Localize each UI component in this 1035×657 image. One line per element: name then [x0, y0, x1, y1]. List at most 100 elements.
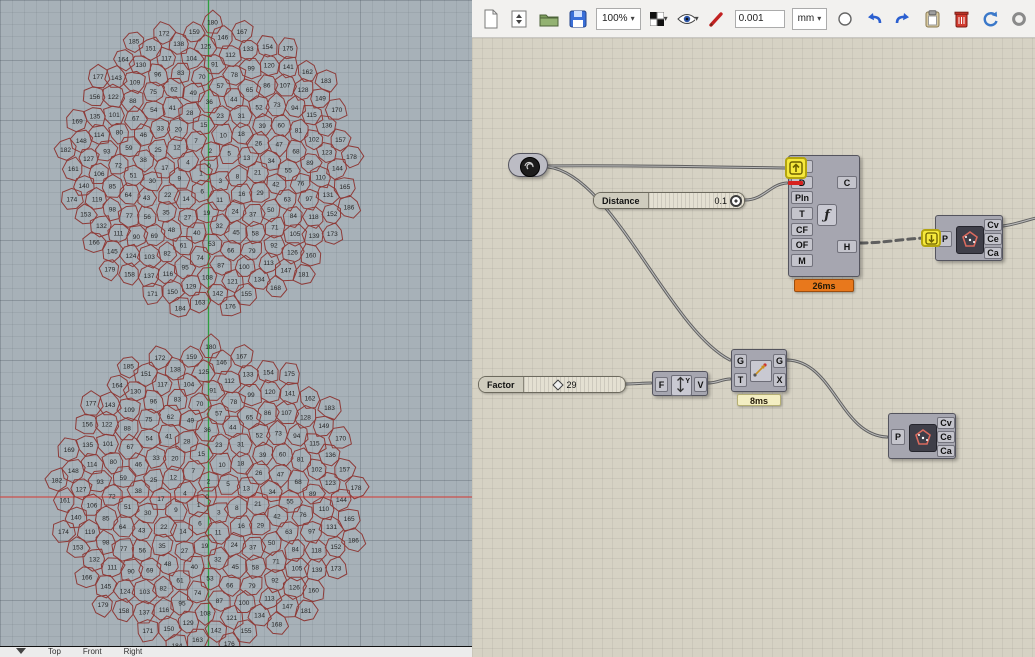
output-c[interactable]: C [837, 176, 857, 189]
svg-text:42: 42 [272, 182, 280, 189]
input-m[interactable]: M [791, 254, 813, 267]
svg-text:159: 159 [186, 354, 197, 361]
input-g[interactable]: G [734, 354, 747, 368]
svg-text:8: 8 [235, 505, 239, 512]
svg-text:122: 122 [101, 422, 112, 429]
new-file-icon[interactable] [480, 7, 502, 31]
output-cv[interactable]: Cv [984, 219, 1002, 231]
tab-front[interactable]: Front [83, 647, 102, 656]
svg-text:15: 15 [198, 451, 206, 458]
svg-text:141: 141 [285, 390, 296, 397]
svg-text:59: 59 [125, 145, 133, 152]
circle-icon[interactable] [834, 7, 856, 31]
units-select[interactable]: mm ▾ [791, 7, 828, 30]
svg-text:127: 127 [76, 487, 87, 494]
output-cv[interactable]: Cv [937, 417, 955, 429]
svg-text:41: 41 [169, 105, 177, 112]
output-ce[interactable]: Ce [984, 233, 1002, 245]
svg-text:61: 61 [180, 243, 188, 250]
factor-slider[interactable]: Factor 29 [478, 376, 626, 393]
svg-text:185: 185 [123, 364, 134, 371]
unit-vector-component[interactable]: F Y V [652, 371, 708, 396]
svg-text:60: 60 [279, 451, 287, 458]
move-component[interactable]: G T G X [731, 349, 787, 392]
tab-right[interactable]: Right [124, 647, 143, 656]
delete-icon[interactable] [950, 7, 972, 31]
svg-text:55: 55 [286, 498, 294, 505]
pattern-swatch-icon[interactable]: ▾ [648, 7, 670, 31]
svg-text:108: 108 [200, 611, 211, 618]
output-ce[interactable]: Ce [937, 431, 955, 443]
input-t[interactable]: T [734, 373, 747, 387]
output-ca[interactable]: Ca [937, 445, 955, 457]
red-pen-icon[interactable] [706, 7, 728, 31]
svg-text:103: 103 [144, 254, 155, 261]
svg-text:172: 172 [155, 355, 166, 362]
svg-text:155: 155 [241, 628, 252, 635]
svg-text:129: 129 [186, 283, 197, 290]
redo-icon[interactable] [892, 7, 914, 31]
highlight-upload-icon[interactable] [785, 157, 807, 179]
ring-icon[interactable] [1008, 7, 1030, 31]
open-folder-icon[interactable] [538, 7, 560, 31]
svg-text:56: 56 [144, 214, 152, 221]
geometry-pipeline-component[interactable] [508, 153, 548, 177]
svg-text:150: 150 [163, 626, 174, 633]
cell-component-1[interactable]: P Cv Ce Ca [935, 215, 1003, 261]
svg-text:79: 79 [248, 248, 256, 255]
input-of[interactable]: OF [791, 238, 813, 251]
svg-text:7: 7 [194, 138, 198, 145]
file-updown-icon[interactable] [509, 7, 531, 31]
highlight-download-icon[interactable] [921, 229, 941, 247]
input-f[interactable]: F [655, 377, 668, 392]
svg-text:54: 54 [150, 107, 158, 114]
svg-text:173: 173 [331, 565, 342, 572]
slider-grip[interactable] [551, 378, 564, 391]
svg-text:170: 170 [331, 107, 342, 114]
slider-track[interactable]: 0.1 [648, 193, 744, 208]
distance-slider[interactable]: Distance 0.1 [593, 192, 745, 209]
svg-text:19: 19 [201, 543, 209, 550]
svg-text:84: 84 [292, 547, 300, 554]
svg-text:130: 130 [130, 388, 141, 395]
svg-text:47: 47 [275, 142, 283, 149]
svg-text:123: 123 [325, 480, 336, 487]
output-x[interactable]: X [773, 373, 786, 387]
tab-top[interactable]: Top [48, 647, 61, 656]
input-pln[interactable]: Pln [791, 191, 813, 204]
svg-text:28: 28 [186, 110, 194, 117]
undo-icon[interactable] [863, 7, 885, 31]
clipboard-icon[interactable] [921, 7, 943, 31]
svg-text:121: 121 [227, 279, 238, 286]
svg-text:91: 91 [209, 388, 217, 395]
output-h[interactable]: H [837, 240, 857, 253]
viewport-tabs[interactable]: Top Front Right [0, 646, 504, 657]
svg-text:142: 142 [211, 627, 222, 634]
svg-text:109: 109 [124, 407, 135, 414]
tolerance-input[interactable] [734, 9, 785, 28]
svg-text:161: 161 [68, 166, 79, 173]
slider-grip[interactable] [730, 194, 742, 207]
svg-text:66: 66 [227, 247, 235, 254]
refresh-icon[interactable] [979, 7, 1001, 31]
input-p[interactable]: P [891, 429, 905, 445]
output-v[interactable]: V [694, 377, 707, 392]
grasshopper-canvas[interactable]: Distance 0.1 P D Pln T CF OF M C H ƒ [472, 38, 1035, 657]
svg-text:126: 126 [287, 250, 298, 257]
svg-text:3: 3 [217, 510, 221, 517]
svg-text:4: 4 [186, 160, 190, 167]
slider-track[interactable]: 29 [523, 377, 625, 392]
display-eye-icon[interactable]: ▾ [676, 7, 699, 31]
cell-component-2[interactable]: P Cv Ce Ca [888, 413, 956, 459]
svg-text:181: 181 [298, 272, 309, 279]
zoom-select[interactable]: 100% ▾ [596, 7, 641, 30]
input-t[interactable]: T [791, 207, 813, 220]
output-ca[interactable]: Ca [984, 247, 1002, 259]
save-icon[interactable] [567, 7, 589, 31]
svg-text:98: 98 [102, 540, 110, 547]
input-cf[interactable]: CF [791, 223, 813, 236]
output-g[interactable]: G [773, 354, 786, 368]
svg-text:111: 111 [107, 565, 117, 572]
svg-text:49: 49 [190, 90, 198, 97]
rhino-viewport[interactable]: 0 1 2 3 4 5 6 7 8 9 10 11 12 13 14 15 16 17 18 19 20 21 22 23 24… [0, 0, 504, 657]
